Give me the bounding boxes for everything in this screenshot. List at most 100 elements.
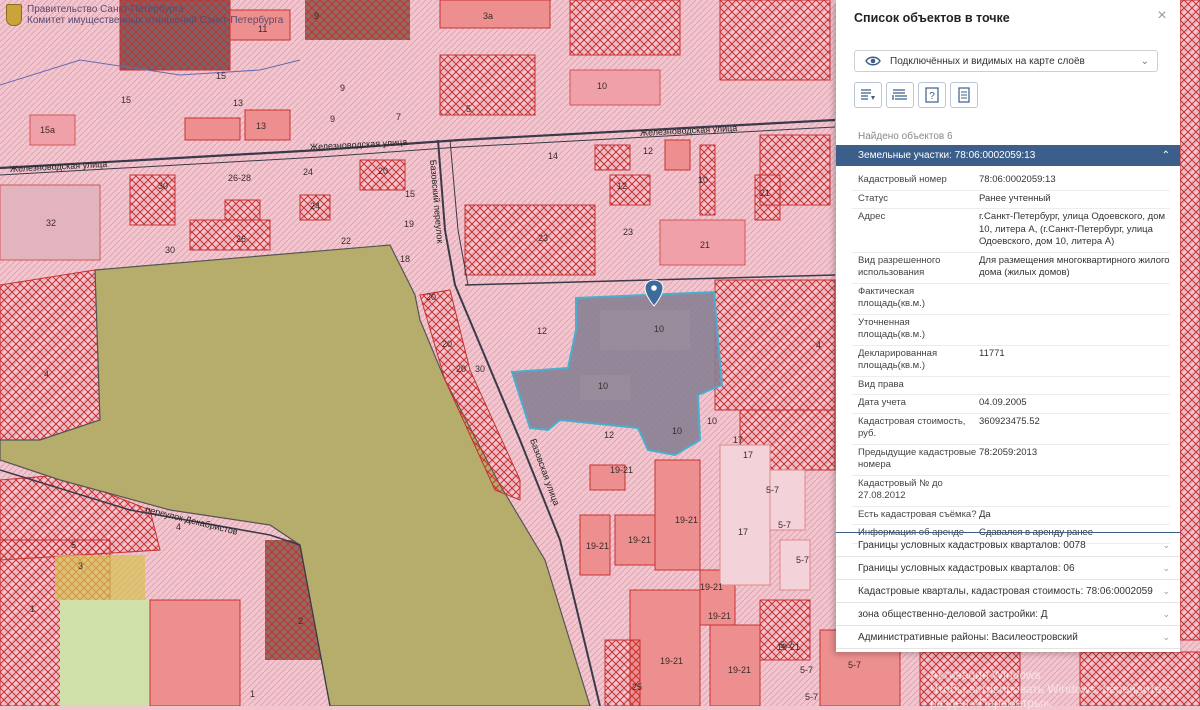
map-label: 26-28 [228,173,251,183]
chevron-down-icon: ⌄ [1162,585,1170,596]
attribute-row: Вид разрешенного использования Для размещ… [852,253,1170,284]
map-label: 19-21 [628,535,651,545]
map-label: 10 [598,381,608,391]
attributes-table: Кадастровый номер 78:06:0002059:13 Статус… [852,172,1170,544]
close-button[interactable]: × [1154,8,1170,24]
section-land-parcels-header[interactable]: Земельные участки: 78:06:0002059:13 ⌃ [836,145,1180,166]
map-label: 12 [643,146,653,156]
attribute-value [977,317,1170,342]
map-label: 19-21 [660,656,683,666]
map-label: 15 [405,189,415,199]
attribute-key: Вид права [858,378,904,390]
section-title: зона общественно-деловой застройки: Д [858,608,1048,620]
attribute-value [977,478,1170,503]
map-label: 13 [233,98,243,108]
map-label: 5-7 [766,485,779,495]
map-label: 10 [654,324,664,334]
map-label: 22 [341,236,351,246]
attribute-row: Адрес г.Санкт-Петербург, улица Одоевского… [852,209,1170,253]
map-label: 32 [46,218,56,228]
attribute-row: Статус Ранее учтенный [852,191,1170,209]
organization-line2: Комитет имущественных отношений Санкт-Пе… [27,15,284,26]
attribute-row: Декларированная площадь(кв.м.) 11771 [852,346,1170,377]
attribute-value: Ранее учтенный [979,192,1051,204]
objects-at-point-panel: Список объектов в точке × Подключённых и… [836,0,1180,652]
svg-text:?: ? [929,91,935,102]
map-label: 17 [733,435,743,445]
map-label: 4 [816,340,821,350]
map-label: 23 [623,227,633,237]
attribute-value: Для размещения многоквартирного жилого д… [979,254,1170,279]
chevron-down-icon: ⌄ [1140,55,1149,67]
map-label: 17 [743,450,753,460]
section-title: Границы условных кадастровых кварталов: … [858,539,1086,551]
map-label: 13 [256,121,266,131]
map-label: 3 [78,561,83,571]
chevron-down-icon: ⌄ [1162,562,1170,573]
map-label: 5-7 [778,520,791,530]
map-label: 18 [400,254,410,264]
coat-of-arms-icon [6,4,22,26]
map-label: 30 [165,245,175,255]
map-label: 20 [426,292,436,302]
map-label: 19-21 [675,515,698,525]
attribute-row: Предыдущие кадастровые номера 78:2059:201… [852,445,1170,476]
organization-line1: Правительство Санкт-Петербурга [27,4,184,15]
section-cadastral-quarters-0078[interactable]: Границы условных кадастровых кварталов: … [836,534,1180,557]
found-count: Найдено объектов 6 [858,131,953,142]
map-label: 19-21 [708,611,731,621]
attribute-value: 360923475.52 [979,415,1040,427]
section-title: Земельные участки: 78:06:0002059:13 [858,150,1036,161]
attribute-value: 04.09.2005 [979,397,1027,408]
attribute-key: Адрес [858,211,886,222]
attribute-value: 11771 [979,347,1005,359]
map-label: 24 [310,201,320,211]
attribute-value: 78:06:0002059:13 [979,174,1056,185]
section-cadastral-quarters-06[interactable]: Границы условных кадастровых кварталов: … [836,557,1180,580]
section-admin-districts[interactable]: Административные районы: Василеостровски… [836,626,1180,649]
chevron-up-icon: ⌃ [1161,150,1170,161]
document-button[interactable] [950,82,978,108]
map-label: 5-7 [800,665,813,675]
attribute-value: г.Санкт-Петербург, улица Одоевского, дом… [979,211,1166,247]
list-details-button[interactable] [886,82,914,108]
section-title: Кадастровые кварталы, кадастровая стоимо… [858,585,1153,597]
list-filter-button[interactable] [854,82,882,108]
map-label: 10 [707,416,717,426]
attribute-key: Предыдущие кадастровые номера [858,446,977,471]
attribute-key: Фактическая площадь(кв.м.) [858,285,926,310]
map-label: 19-21 [586,541,609,551]
attribute-key: Кадастровый № до 27.08.2012 [858,477,943,502]
chevron-down-icon: ⌄ [1162,539,1170,550]
map-label: 9 [340,83,345,93]
map-label: 2 [298,616,303,626]
panel-title: Список объектов в точке [854,11,1010,25]
map-label: 10 [597,81,607,91]
map-label: 10 [672,426,682,436]
attribute-row: Кадастровый № до 27.08.2012 [852,476,1170,507]
chevron-down-icon: ⌄ [1162,608,1170,619]
map-label: 30 [475,364,485,374]
section-cadastral-value[interactable]: Кадастровые кварталы, кадастровая стоимо… [836,580,1180,603]
info-query-button[interactable]: ? [918,82,946,108]
attribute-row: Кадастровая стоимость, руб. 360923475.52 [852,414,1170,445]
map-label: 1 [250,689,255,699]
map-label: 3а [483,11,493,21]
map-label: 5-7 [796,555,809,565]
section-title: Административные районы: Василеостровски… [858,631,1078,643]
section-business-zone[interactable]: зона общественно-деловой застройки: Д ⌄ [836,603,1180,626]
attribute-value: 78:2059:2013 [979,446,1038,458]
map-label: 25 [632,682,642,692]
attribute-value [977,379,1170,392]
map-label: 19-21 [700,582,723,592]
attribute-key: Статус [858,192,889,204]
attribute-key: Декларированная площадь(кв.м.) [858,347,938,372]
layer-source-select[interactable]: Подключённых и видимых на карте слоёв ⌄ [854,50,1158,72]
list-details-icon [892,89,907,100]
map-label: 4 [176,522,181,532]
attribute-row: Фактическая площадь(кв.м.) [852,284,1170,315]
attribute-value: Да [979,508,991,520]
map-label: 21 [700,240,710,250]
layer-select-value: Подключённых и видимых на карте слоёв [890,55,1085,67]
map-label: 23 [538,233,548,243]
